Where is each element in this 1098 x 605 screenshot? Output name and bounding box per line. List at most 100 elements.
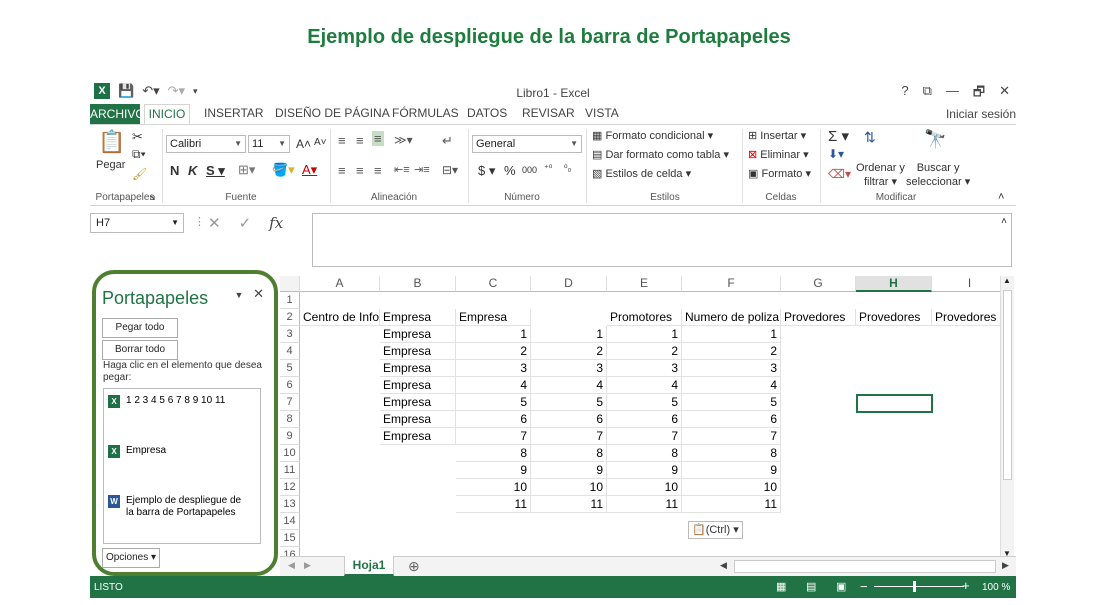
cell[interactable]: 11 — [607, 496, 682, 513]
grid-cell[interactable] — [380, 513, 456, 530]
row-header[interactable]: 5 — [280, 360, 300, 377]
normal-view-icon[interactable]: ▦ — [776, 580, 786, 593]
grid-cell[interactable] — [380, 292, 456, 309]
cell[interactable]: 11 — [456, 496, 531, 513]
cell[interactable]: Numero de poliza — [682, 309, 781, 326]
grid-cell[interactable] — [781, 428, 856, 445]
grid-cell[interactable] — [300, 479, 380, 496]
grid-cell[interactable] — [300, 428, 380, 445]
insert-cells-button[interactable]: ⊞ Insertar ▾ — [748, 129, 806, 142]
grid-cell[interactable] — [607, 513, 682, 530]
grid-cell[interactable] — [607, 530, 682, 547]
grid-cell[interactable] — [300, 496, 380, 513]
grid-cell[interactable] — [856, 343, 932, 360]
row-header[interactable]: 2 — [280, 309, 300, 326]
formula-input[interactable]: ˄ — [312, 213, 1012, 267]
grid-cell[interactable] — [781, 343, 856, 360]
row-header[interactable]: 9 — [280, 428, 300, 445]
fx-icon[interactable]: fx — [269, 214, 283, 232]
expand-formula-icon[interactable]: ˄ — [1001, 216, 1007, 227]
grid-cell[interactable] — [856, 530, 932, 547]
fill-color-icon[interactable]: 🪣▾ — [272, 162, 295, 178]
cell[interactable]: 6 — [607, 411, 682, 428]
grid-cell[interactable] — [531, 309, 607, 326]
active-cell[interactable] — [856, 394, 933, 413]
grid-cell[interactable] — [300, 394, 380, 411]
cell[interactable]: 1 — [456, 326, 531, 343]
grid-cell[interactable] — [300, 360, 380, 377]
cell[interactable]: 2 — [607, 343, 682, 360]
scroll-thumb[interactable] — [1003, 290, 1012, 480]
cell[interactable]: 5 — [607, 394, 682, 411]
page-break-icon[interactable]: ▣ — [836, 580, 846, 593]
grid-cell[interactable] — [932, 411, 1008, 428]
thousands-icon[interactable]: 000 — [522, 165, 537, 175]
sheet-tab-hoja1[interactable]: Hoja1 — [344, 556, 394, 576]
tab-inicio[interactable]: INICIO — [144, 104, 190, 125]
cell[interactable]: 3 — [531, 360, 607, 377]
grid-cell[interactable] — [856, 479, 932, 496]
close-icon[interactable]: ✕ — [999, 83, 1010, 105]
help-icon[interactable]: ? — [901, 83, 908, 105]
tab-datos[interactable]: DATOS — [467, 106, 507, 120]
grid-cell[interactable] — [531, 292, 607, 309]
prev-sheet-icon[interactable]: ◀ — [288, 560, 295, 571]
sort-filter-button[interactable]: Ordenar y filtrar ▾ — [856, 161, 905, 189]
grid-cell[interactable] — [856, 377, 932, 394]
scroll-left-icon[interactable]: ◀ — [720, 560, 727, 571]
grid-cell[interactable] — [300, 343, 380, 360]
copy-icon[interactable]: ⧉▾ — [132, 147, 146, 162]
cancel-icon[interactable]: ✕ — [208, 214, 221, 232]
cell[interactable]: Empresa — [380, 343, 456, 360]
cell[interactable]: Centro de Info — [300, 309, 380, 326]
grid-cell[interactable] — [456, 530, 531, 547]
name-box[interactable]: H7 ▼ — [90, 213, 184, 233]
paste-options-button[interactable]: 📋(Ctrl) ▾ — [688, 521, 743, 539]
scroll-up-icon[interactable]: ▲ — [1003, 276, 1011, 285]
cell[interactable]: 9 — [682, 462, 781, 479]
grow-font-icon[interactable]: A˄ — [296, 137, 311, 151]
align-center-icon[interactable]: ≡ — [356, 163, 364, 178]
grid-cell[interactable] — [856, 292, 932, 309]
grid-cell[interactable] — [300, 513, 380, 530]
close-icon[interactable]: ✕ — [253, 286, 264, 301]
paste-icon[interactable]: 📋 — [98, 129, 125, 155]
grid-cell[interactable] — [300, 326, 380, 343]
select-all-corner[interactable] — [280, 276, 300, 292]
wrap-text-icon[interactable]: ↵ — [442, 133, 453, 149]
grid-cell[interactable] — [932, 479, 1008, 496]
cell[interactable]: 11 — [682, 496, 781, 513]
grid-cell[interactable] — [781, 445, 856, 462]
align-left-icon[interactable]: ≡ — [338, 163, 346, 178]
grid-cell[interactable] — [856, 326, 932, 343]
cell[interactable]: 6 — [456, 411, 531, 428]
zoom-out-icon[interactable]: − — [860, 579, 868, 594]
column-header[interactable]: I — [932, 276, 1008, 292]
shrink-font-icon[interactable]: A˅ — [314, 137, 327, 148]
grid-cell[interactable] — [300, 377, 380, 394]
cell[interactable]: 10 — [456, 479, 531, 496]
grid-cell[interactable] — [856, 445, 932, 462]
cell[interactable]: 2 — [682, 343, 781, 360]
column-header[interactable]: H — [856, 276, 932, 292]
column-header[interactable]: E — [607, 276, 682, 292]
format-as-table-button[interactable]: ▤ Dar formato como tabla ▾ — [592, 148, 729, 161]
ribbon-display-icon[interactable]: ⧉ — [923, 83, 932, 105]
tab-vista[interactable]: VISTA — [585, 106, 619, 120]
grid-cell[interactable] — [380, 530, 456, 547]
cell[interactable]: Empresa — [380, 411, 456, 428]
zoom-in-icon[interactable]: + — [962, 578, 970, 593]
grid-cell[interactable] — [932, 326, 1008, 343]
cell[interactable]: 7 — [682, 428, 781, 445]
cell[interactable]: Empresa — [380, 394, 456, 411]
conditional-format-button[interactable]: ▦ Formato condicional ▾ — [592, 129, 713, 142]
cell[interactable]: 10 — [607, 479, 682, 496]
cell[interactable]: Promotores — [607, 309, 682, 326]
cell[interactable]: 11 — [531, 496, 607, 513]
column-header[interactable]: D — [531, 276, 607, 292]
cell[interactable]: Provedores — [932, 309, 1008, 326]
cell[interactable]: 2 — [531, 343, 607, 360]
grid-cell[interactable] — [531, 530, 607, 547]
cell[interactable]: 7 — [531, 428, 607, 445]
collapse-ribbon-icon[interactable]: ˄ — [998, 191, 1004, 203]
